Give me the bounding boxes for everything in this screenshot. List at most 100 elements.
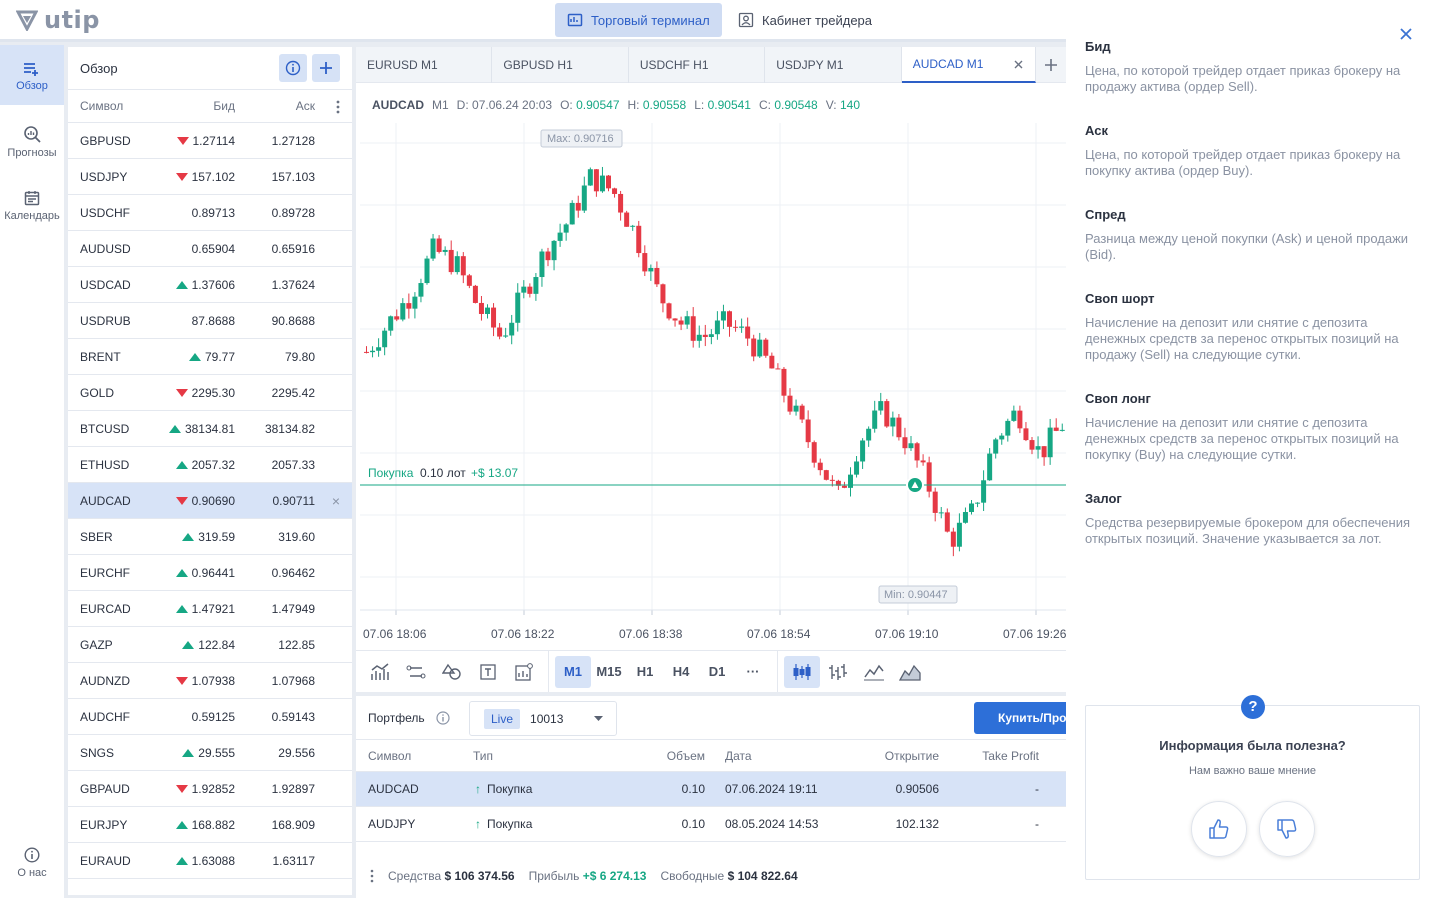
watchlist-row[interactable]: GAZP 122.84 122.85	[68, 627, 352, 663]
timeframe-button[interactable]: M15	[591, 656, 627, 688]
pf-col-tp[interactable]: Take Profit	[939, 749, 1039, 763]
tab-trader-cabinet[interactable]: Кабинет трейдера	[726, 3, 884, 37]
candlestick-chart[interactable]: Max: 0.90716 Min: 0.90447 Покупка 0.10 лот +…	[360, 123, 1066, 648]
candles-type-button[interactable]	[784, 655, 820, 688]
line-tool-button[interactable]	[398, 656, 434, 688]
nav-forecasts[interactable]: Прогнозы	[0, 125, 64, 165]
watchlist-row[interactable]: ETHUSD 2057.32 2057.33	[68, 447, 352, 483]
watchlist-row[interactable]: USDJPY 157.102 157.103	[68, 159, 352, 195]
price-up-icon	[175, 280, 188, 289]
watchlist-row[interactable]: GBPAUD 1.92852 1.92897	[68, 771, 352, 807]
feedback-box: ? Информация была полезна? Нам важно ваш…	[1085, 695, 1420, 880]
thumbs-up-button[interactable]	[1190, 801, 1247, 857]
account-selector[interactable]: Live 10013	[469, 701, 617, 736]
watchlist-row[interactable]: USDCAD 1.37606 1.37624	[68, 267, 352, 303]
candle-body	[370, 350, 376, 353]
watchlist-row[interactable]: EURCHF 0.96441 0.96462	[68, 555, 352, 591]
pf-col-open[interactable]: Открытие	[855, 749, 939, 763]
watchlist-row[interactable]: AUDCHF 0.59125 0.59143	[68, 699, 352, 735]
timeframe-button[interactable]: H1	[627, 656, 663, 688]
portfolio-row[interactable]: AUDCAD ↑ Покупка 0.10 07.06.2024 19:11 0.9050…	[356, 772, 1066, 807]
row-bid: 1.27114	[160, 134, 235, 148]
term-swap-long: Своп лонг Начисление на депозит или снят…	[1085, 391, 1425, 463]
row-bid: 79.77	[160, 350, 235, 364]
bars-type-button[interactable]	[820, 656, 856, 688]
chart-toolbar: M1 M15 H1 H4 D1 ···	[356, 650, 1066, 692]
pf-col-volume[interactable]: Объем	[601, 749, 705, 763]
row-bid: 157.102	[160, 170, 235, 184]
candle-body	[593, 169, 599, 192]
watchlist-row[interactable]: BTCUSD 38134.81 38134.82	[68, 411, 352, 447]
watchlist-row[interactable]: EURAUD 1.63088 1.63117	[68, 843, 352, 879]
nav-calendar[interactable]: Календарь	[0, 190, 64, 230]
watchlist-row[interactable]: BRENT 79.77 79.80	[68, 339, 352, 375]
chart-settings-button[interactable]	[506, 656, 542, 688]
candle-body	[612, 188, 618, 194]
watchlist-row[interactable]: SBER 319.59 319.60	[68, 519, 352, 555]
logo-text: utip	[44, 6, 100, 34]
candle-body	[478, 302, 484, 314]
row-bid-value: 29.555	[198, 745, 235, 760]
thumbs-down-icon	[1276, 819, 1296, 839]
chart-tab[interactable]: GBPUSD H1	[492, 47, 629, 83]
col-bid[interactable]: Бид	[160, 99, 235, 113]
row-symbol: GOLD	[80, 385, 115, 400]
watchlist-row[interactable]: AUDUSD 0.65904 0.65916	[68, 231, 352, 267]
watchlist-row[interactable]: SNGS 29.555 29.556	[68, 735, 352, 771]
nav-overview[interactable]: Обзор	[0, 45, 64, 105]
timeframe-button[interactable]: ···	[735, 656, 771, 688]
price-down-icon	[175, 172, 188, 181]
chart-tab[interactable]: EURUSD M1	[356, 47, 493, 83]
candle-body	[690, 316, 696, 341]
timeframe-button[interactable]: D1	[699, 656, 735, 688]
line-type-button[interactable]	[856, 656, 892, 688]
watchlist-row[interactable]: GBPUSD 1.27114 1.27128	[68, 123, 352, 159]
candle-body	[1059, 429, 1065, 431]
plus-icon	[1045, 58, 1058, 71]
row-bid: 0.89713	[160, 206, 235, 220]
watchlist-row[interactable]: AUDCAD 0.90690 0.90711 ×	[68, 483, 352, 519]
watchlist-row[interactable]: EURCAD 1.47921 1.47949	[68, 591, 352, 627]
candle-body	[841, 485, 847, 488]
chart-tab-label: USDCHF H1	[639, 58, 709, 72]
logo[interactable]: utip	[16, 6, 100, 34]
kebab-menu-icon[interactable]	[336, 100, 340, 114]
area-type-button[interactable]	[892, 656, 928, 688]
tab-trading-terminal[interactable]: Торговый терминал	[555, 3, 722, 37]
text-tool-button[interactable]	[470, 656, 506, 688]
chart-tab-label: USDJPY M1	[776, 58, 844, 72]
remove-row-icon[interactable]: ×	[332, 493, 340, 509]
col-ask[interactable]: Аск	[235, 99, 315, 113]
close-tab-icon[interactable]	[1014, 60, 1023, 69]
row-symbol: USDJPY	[80, 169, 128, 184]
watchlist-add-button[interactable]	[312, 54, 340, 82]
thumbs-down-button[interactable]	[1258, 801, 1315, 857]
watchlist-row[interactable]: EURJPY 168.882 168.909	[68, 807, 352, 843]
watchlist-row[interactable]: GOLD 2295.30 2295.42	[68, 375, 352, 411]
indicators-button[interactable]	[362, 656, 398, 688]
watchlist-row[interactable]: AUDNZD 1.07938 1.07968	[68, 663, 352, 699]
watchlist-row[interactable]: USDCHF 0.89713 0.89728	[68, 195, 352, 231]
watchlist-row[interactable]: USDRUB 87.8688 90.8688	[68, 303, 352, 339]
timeframe-button[interactable]: H4	[663, 656, 699, 688]
row-bid: 1.07938	[160, 674, 235, 688]
pf-col-date[interactable]: Дата	[705, 749, 855, 763]
watchlist-info-button[interactable]	[279, 54, 307, 82]
candle-body	[394, 316, 400, 320]
chart-tab[interactable]: USDCHF H1	[629, 47, 766, 83]
shapes-tool-button[interactable]	[434, 656, 470, 688]
nav-about[interactable]: О нас	[0, 847, 64, 887]
buy-sell-button[interactable]: Купить/Продать	[974, 702, 1066, 734]
info-icon[interactable]	[436, 710, 450, 725]
timeframe-button[interactable]: M1	[555, 655, 591, 688]
chart-tab-active[interactable]: AUDCAD M1	[901, 47, 1037, 83]
pf-col-type[interactable]: Тип	[461, 749, 601, 763]
kebab-menu-icon[interactable]	[370, 869, 374, 883]
portfolio-row[interactable]: AUDJPY ↑ Покупка 0.10 08.05.2024 14:53 102.13…	[356, 807, 1066, 842]
add-chart-tab-button[interactable]	[1036, 47, 1066, 82]
pf-col-symbol[interactable]: Символ	[356, 749, 461, 763]
col-symbol[interactable]: Символ	[68, 99, 160, 113]
equity-value: $ 106 374.56	[444, 869, 515, 883]
portfolio-footer: Средства $ 106 374.56 Прибыль +$ 6 274.1…	[356, 861, 798, 891]
chart-tab[interactable]: USDJPY M1	[765, 47, 902, 83]
